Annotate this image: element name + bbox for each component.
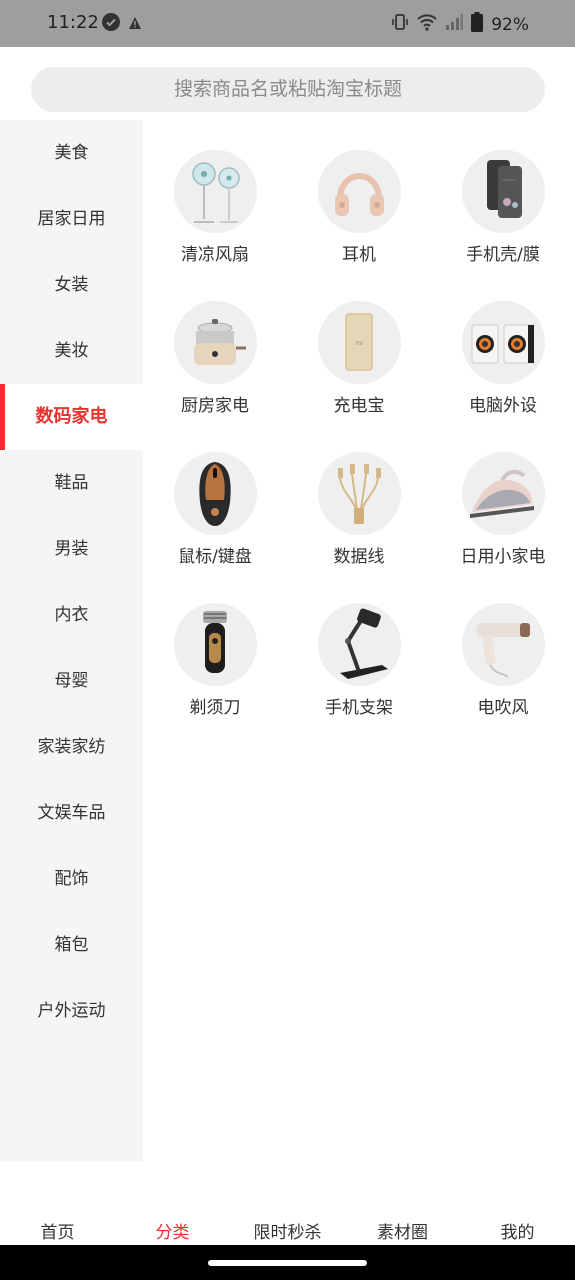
category-label: 厨房家电 bbox=[181, 396, 249, 416]
category-phone-case[interactable]: 手机壳/膜 bbox=[431, 120, 575, 271]
phone-case-icon bbox=[462, 150, 545, 233]
check-circle-icon bbox=[102, 13, 120, 35]
status-time: 11:22 bbox=[47, 12, 99, 33]
hair-dryer-icon bbox=[462, 603, 545, 686]
alert-triangle-icon bbox=[128, 15, 142, 34]
wifi-icon bbox=[417, 13, 437, 36]
category-label: 耳机 bbox=[342, 245, 376, 265]
category-label: 鼠标/键盘 bbox=[178, 547, 252, 567]
shaver-icon bbox=[174, 603, 257, 686]
category-label: 清凉风扇 bbox=[181, 245, 249, 265]
sidebar-item-food[interactable]: 美食 bbox=[0, 120, 143, 186]
vibrate-icon bbox=[391, 13, 409, 36]
category-hair-dryer[interactable]: 电吹风 bbox=[431, 573, 575, 724]
sidebar-item-mother-baby[interactable]: 母婴 bbox=[0, 648, 143, 714]
nav-flash-sale[interactable]: 限时秒杀 bbox=[230, 1218, 345, 1243]
system-gesture-bar bbox=[0, 1245, 575, 1280]
category-phone-stand[interactable]: 手机支架 bbox=[287, 573, 431, 724]
sidebar-item-shoes[interactable]: 鞋品 bbox=[0, 450, 143, 516]
category-label: 电脑外设 bbox=[469, 396, 537, 416]
category-computer-peripherals[interactable]: 电脑外设 bbox=[431, 271, 575, 422]
cooker-icon bbox=[174, 301, 257, 384]
svg-text:mi: mi bbox=[355, 340, 363, 347]
headphones-icon bbox=[318, 150, 401, 233]
category-label: 剃须刀 bbox=[189, 698, 241, 718]
category-sidebar: 美食 居家日用 女装 美妆 数码家电 鞋品 男装 内衣 母婴 家装家纺 文娱车品… bbox=[0, 120, 143, 1161]
nav-home[interactable]: 首页 bbox=[0, 1218, 115, 1243]
search-input[interactable]: 搜索商品名或粘贴淘宝标题 bbox=[31, 67, 545, 112]
mouse-icon bbox=[174, 452, 257, 535]
battery-icon bbox=[471, 12, 484, 37]
nav-mine[interactable]: 我的 bbox=[460, 1218, 575, 1243]
sidebar-item-underwear[interactable]: 内衣 bbox=[0, 582, 143, 648]
phone-stand-icon bbox=[318, 603, 401, 686]
category-label: 手机支架 bbox=[325, 698, 393, 718]
subcategory-grid: 清凉风扇 耳机 手机壳/膜 厨房家电 mi 充电宝 电脑外设 鼠标/键盘 数据线… bbox=[143, 120, 575, 1161]
category-kitchen-appliances[interactable]: 厨房家电 bbox=[143, 271, 287, 422]
category-small-appliances[interactable]: 日用小家电 bbox=[431, 422, 575, 573]
category-label: 日用小家电 bbox=[460, 547, 546, 567]
cable-icon bbox=[318, 452, 401, 535]
search-bar-area: 搜索商品名或粘贴淘宝标题 bbox=[0, 47, 575, 120]
fan-icon bbox=[174, 150, 257, 233]
status-bar: 11:22 92% bbox=[0, 0, 575, 47]
iron-icon bbox=[462, 452, 545, 535]
category-label: 充电宝 bbox=[333, 396, 385, 416]
speakers-icon bbox=[462, 301, 545, 384]
category-fan[interactable]: 清凉风扇 bbox=[143, 120, 287, 271]
category-headphones[interactable]: 耳机 bbox=[287, 120, 431, 271]
signal-icon bbox=[445, 13, 464, 36]
category-label: 数据线 bbox=[333, 547, 385, 567]
sidebar-item-culture-car[interactable]: 文娱车品 bbox=[0, 780, 143, 846]
nav-material-circle[interactable]: 素材圈 bbox=[345, 1218, 460, 1243]
home-gesture-handle[interactable] bbox=[208, 1260, 367, 1266]
category-label: 电吹风 bbox=[477, 698, 529, 718]
bottom-navigation: 首页 分类 限时秒杀 素材圈 我的 bbox=[0, 1161, 575, 1245]
sidebar-item-home-textiles[interactable]: 家装家纺 bbox=[0, 714, 143, 780]
sidebar-item-womens-wear[interactable]: 女装 bbox=[0, 252, 143, 318]
sidebar-item-bags[interactable]: 箱包 bbox=[0, 912, 143, 978]
sidebar-item-digital-appliances[interactable]: 数码家电 bbox=[0, 384, 143, 450]
sidebar-item-home-goods[interactable]: 居家日用 bbox=[0, 186, 143, 252]
category-label: 手机壳/膜 bbox=[466, 245, 540, 265]
sidebar-item-outdoor-sports[interactable]: 户外运动 bbox=[0, 978, 143, 1044]
power-bank-icon: mi bbox=[318, 301, 401, 384]
sidebar-item-mens-wear[interactable]: 男装 bbox=[0, 516, 143, 582]
sidebar-item-accessories[interactable]: 配饰 bbox=[0, 846, 143, 912]
category-shaver[interactable]: 剃须刀 bbox=[143, 573, 287, 724]
category-mouse-keyboard[interactable]: 鼠标/键盘 bbox=[143, 422, 287, 573]
status-notification-icons bbox=[102, 13, 142, 35]
sidebar-item-beauty[interactable]: 美妆 bbox=[0, 318, 143, 384]
category-power-bank[interactable]: mi 充电宝 bbox=[287, 271, 431, 422]
status-system-icons: 92% bbox=[391, 12, 529, 37]
battery-percent: 92% bbox=[491, 14, 529, 35]
nav-category[interactable]: 分类 bbox=[115, 1218, 230, 1243]
category-data-cable[interactable]: 数据线 bbox=[287, 422, 431, 573]
